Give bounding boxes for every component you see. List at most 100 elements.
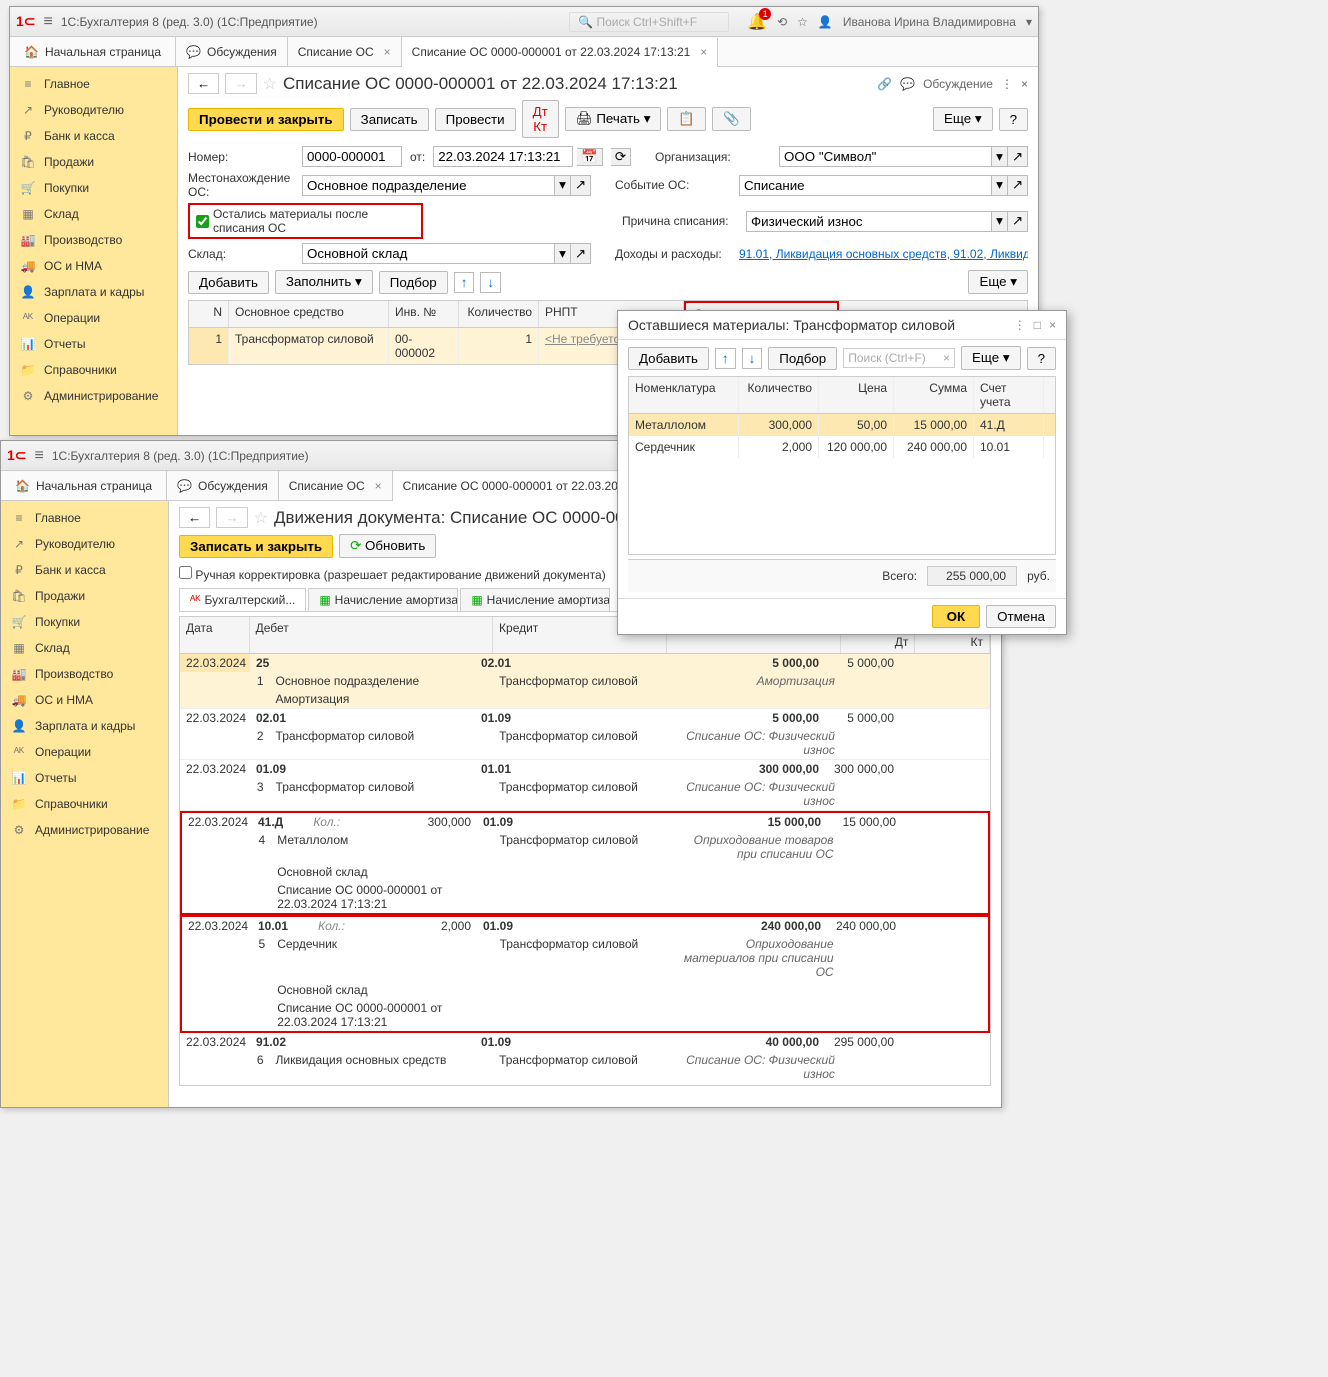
- star-icon[interactable]: ☆: [797, 15, 808, 29]
- sidebar-item[interactable]: 📁Справочники: [10, 357, 177, 383]
- tab-amort1[interactable]: ▦Начисление амортизаци...: [308, 588, 458, 611]
- table-row[interactable]: Сердечник2,000120 000,00240 000,0010.01: [629, 436, 1055, 458]
- post-button[interactable]: Провести: [435, 108, 516, 131]
- down-icon[interactable]: ↓: [742, 348, 763, 369]
- history-icon[interactable]: ⟲: [777, 15, 787, 29]
- menu-icon[interactable]: ≡: [44, 13, 53, 31]
- org-input[interactable]: [779, 146, 992, 167]
- fill-button[interactable]: Заполнить ▾: [275, 270, 373, 294]
- sidebar-item[interactable]: 🚚ОС и НМА: [10, 253, 177, 279]
- bell-icon[interactable]: 🔔1: [747, 12, 767, 32]
- tab-amort2[interactable]: ▦Начисление амортизац...: [460, 588, 610, 611]
- sidebar-item[interactable]: 📁Справочники: [1, 791, 168, 817]
- sidebar-item[interactable]: 🛍Продажи: [1, 583, 168, 609]
- up-icon[interactable]: ↑: [715, 348, 736, 369]
- select-button[interactable]: Подбор: [379, 271, 448, 294]
- event-input[interactable]: [739, 175, 992, 196]
- search-input[interactable]: 🔍 Поиск Ctrl+Shift+F: [569, 12, 729, 32]
- warehouse-input[interactable]: [302, 243, 555, 264]
- refresh-button[interactable]: ⟳ Обновить: [339, 534, 436, 558]
- up-icon[interactable]: ↑: [454, 272, 475, 293]
- sidebar-item[interactable]: 🛒Покупки: [10, 175, 177, 201]
- attach-button[interactable]: 📎: [712, 107, 751, 131]
- favorite-icon[interactable]: ☆: [254, 508, 268, 528]
- tab-home[interactable]: 🏠Начальная страница: [1, 471, 167, 500]
- movement-row[interactable]: 22.03.2024 25 02.01 5 000,00 5 000,00 1 …: [180, 654, 990, 709]
- sidebar-item[interactable]: ₽Банк и касса: [1, 557, 168, 583]
- sidebar-item[interactable]: ▦Склад: [10, 201, 177, 227]
- sidebar-item[interactable]: ᴬᴷОперации: [1, 739, 168, 765]
- refresh-button[interactable]: ⟳: [611, 148, 631, 166]
- sidebar-item[interactable]: ↗Руководителю: [10, 97, 177, 123]
- maximize-icon[interactable]: □: [1034, 318, 1041, 332]
- sidebar-item[interactable]: ≡Главное: [1, 505, 168, 531]
- more-icon[interactable]: ⋮: [1014, 318, 1026, 332]
- user-icon[interactable]: 👤: [818, 15, 833, 29]
- forward-button[interactable]: →: [225, 73, 256, 94]
- close-icon[interactable]: ×: [1021, 77, 1028, 91]
- number-input[interactable]: [302, 146, 402, 167]
- movement-row[interactable]: 22.03.2024 41.ДКол.:300,000 01.09 15 000…: [180, 811, 990, 915]
- tab-accounting[interactable]: ᴬᴷБухгалтерский...: [179, 588, 306, 611]
- tab-writeoff[interactable]: Списание ОС×: [288, 37, 402, 66]
- movement-row[interactable]: 22.03.2024 02.01 01.09 5 000,00 5 000,00…: [180, 709, 990, 760]
- tab-discuss[interactable]: 💬Обсуждения: [176, 37, 288, 66]
- more-button[interactable]: Еще ▾: [933, 107, 993, 131]
- sidebar-item[interactable]: 🛍Продажи: [10, 149, 177, 175]
- save-button[interactable]: Записать: [350, 108, 429, 131]
- sidebar-item[interactable]: 🏭Производство: [1, 661, 168, 687]
- close-icon[interactable]: ×: [1049, 318, 1056, 332]
- back-button[interactable]: ←: [188, 73, 219, 94]
- user-name[interactable]: Иванова Ирина Владимировна: [843, 15, 1016, 29]
- dropdown-icon[interactable]: ▾: [1026, 15, 1032, 29]
- down-icon[interactable]: ↓: [480, 272, 501, 293]
- tab-home[interactable]: 🏠Начальная страница: [10, 37, 176, 66]
- movement-row[interactable]: 22.03.2024 91.02 01.09 40 000,00 295 000…: [180, 1033, 990, 1086]
- help-button[interactable]: ?: [1027, 347, 1056, 370]
- sidebar-item[interactable]: 📊Отчеты: [1, 765, 168, 791]
- dt-kt-button[interactable]: ДтКт: [522, 100, 559, 138]
- ok-button[interactable]: ОК: [932, 605, 981, 628]
- sidebar-item[interactable]: ≡Главное: [10, 71, 177, 97]
- more-icon[interactable]: ⋮: [1001, 77, 1013, 91]
- sidebar-item[interactable]: ↗Руководителю: [1, 531, 168, 557]
- add-button[interactable]: Добавить: [628, 347, 709, 370]
- save-close-button[interactable]: Записать и закрыть: [179, 535, 333, 558]
- sidebar-item[interactable]: ₽Банк и касса: [10, 123, 177, 149]
- sidebar-item[interactable]: ⚙Администрирование: [10, 383, 177, 409]
- print-button[interactable]: 🖨 Печать ▾: [565, 107, 662, 131]
- add-button[interactable]: Добавить: [188, 271, 269, 294]
- materials-checkbox[interactable]: Остались материалы после списания ОС: [188, 203, 423, 239]
- sidebar-item[interactable]: 👤Зарплата и кадры: [10, 279, 177, 305]
- forward-button[interactable]: →: [216, 507, 247, 528]
- sidebar-item[interactable]: ᴬᴷОперации: [10, 305, 177, 331]
- help-button[interactable]: ?: [999, 108, 1028, 131]
- search-input[interactable]: Поиск (Ctrl+F)×: [843, 348, 955, 368]
- reason-input[interactable]: [746, 211, 992, 232]
- date-input[interactable]: [433, 146, 573, 167]
- sidebar-item[interactable]: 🛒Покупки: [1, 609, 168, 635]
- sidebar-item[interactable]: 👤Зарплата и кадры: [1, 713, 168, 739]
- sidebar-item[interactable]: 📊Отчеты: [10, 331, 177, 357]
- movement-row[interactable]: 22.03.2024 01.09 01.01 300 000,00 300 00…: [180, 760, 990, 811]
- back-button[interactable]: ←: [179, 507, 210, 528]
- cancel-button[interactable]: Отмена: [986, 605, 1056, 628]
- tab-doc[interactable]: Списание ОС 0000-000001 от 22.03.2024 17…: [402, 38, 719, 67]
- select-button[interactable]: Подбор: [768, 347, 837, 370]
- post-close-button[interactable]: Провести и закрыть: [188, 108, 344, 131]
- location-input[interactable]: [302, 175, 555, 196]
- movement-row[interactable]: 22.03.2024 10.01Кол.:2,000 01.09 240 000…: [180, 915, 990, 1033]
- menu-icon[interactable]: ≡: [35, 447, 44, 465]
- tab-discuss[interactable]: 💬Обсуждения: [167, 471, 279, 500]
- discuss-link[interactable]: Обсуждение: [923, 77, 993, 91]
- table-row[interactable]: Металлолом300,00050,0015 000,0041.Д: [629, 414, 1055, 436]
- sidebar-item[interactable]: 🚚ОС и НМА: [1, 687, 168, 713]
- favorite-icon[interactable]: ☆: [263, 74, 277, 94]
- sidebar-item[interactable]: ⚙Администрирование: [1, 817, 168, 843]
- link-icon[interactable]: 🔗: [877, 77, 892, 91]
- close-icon[interactable]: ×: [700, 45, 707, 59]
- income-link[interactable]: 91.01, Ликвидация основных средств, 91.0…: [739, 247, 1028, 261]
- calendar-icon[interactable]: 📅: [577, 148, 603, 166]
- close-icon[interactable]: ×: [384, 45, 391, 59]
- sidebar-item[interactable]: ▦Склад: [1, 635, 168, 661]
